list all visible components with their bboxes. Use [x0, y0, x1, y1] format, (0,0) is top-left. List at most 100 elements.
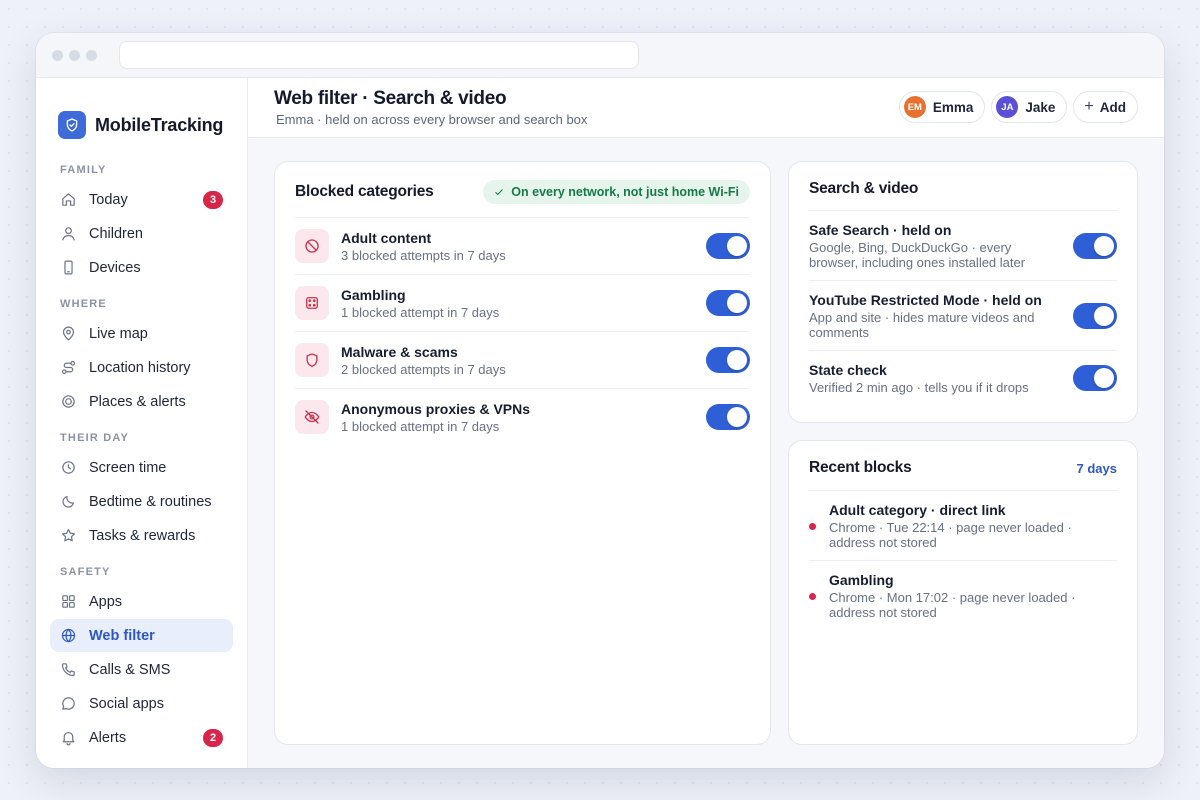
sidebar-item-devices[interactable]: Devices	[50, 251, 233, 284]
section-label-where: WHERE	[60, 298, 107, 310]
status-dot	[809, 523, 816, 530]
avatar: JA	[996, 96, 1019, 118]
address-bar[interactable]	[119, 41, 639, 69]
row-title: Adult content	[341, 229, 432, 246]
bell-icon	[62, 731, 75, 746]
today-count-badge: 3	[203, 191, 223, 209]
sidebar-item-label: Today	[89, 191, 128, 208]
child-chip-emma[interactable]: EM Emma	[898, 91, 986, 123]
recent-blocks-card: Recent blocks 7 days Adult category · di…	[788, 440, 1138, 745]
phone-icon	[64, 260, 73, 275]
brand-name: MobileTracking	[95, 114, 224, 135]
card-title: Recent blocks	[809, 459, 912, 476]
sidebar-item-location-history[interactable]: Location history	[50, 351, 233, 384]
add-label: Add	[1099, 99, 1126, 115]
sidebar-item-label: Location history	[89, 359, 191, 376]
grid-icon	[62, 595, 75, 608]
sidebar-item-apps[interactable]: Apps	[50, 585, 233, 618]
row-title: Gambling	[341, 286, 406, 303]
row-title: Anonymous proxies & VPNs	[341, 400, 531, 417]
sidebar-item-label: Web filter	[89, 627, 155, 644]
star-icon	[61, 528, 76, 542]
moon-icon	[62, 495, 75, 508]
sidebar-item-alerts[interactable]: Alerts 2	[50, 721, 233, 754]
state-check-toggle[interactable]	[1073, 365, 1117, 391]
row-title: State check	[809, 362, 887, 378]
chat-icon	[62, 697, 75, 710]
blocked-categories-card: Blocked categories On every network, not…	[274, 161, 771, 745]
category-row-proxies: Anonymous proxies & VPNs 1 blocked attem…	[295, 388, 750, 445]
sidebar-item-label: Screen time	[89, 459, 167, 476]
recent-block-row[interactable]: Gambling Chrome · Mon 17:02 · page never…	[809, 560, 1117, 630]
sidebar-item-tasks-rewards[interactable]: Tasks & rewards	[50, 519, 233, 552]
youtube-restricted-toggle[interactable]	[1073, 303, 1117, 329]
eye-off-icon	[295, 400, 329, 434]
sidebar-item-social-apps[interactable]: Social apps	[50, 687, 233, 720]
sidebar-item-label: Apps	[89, 593, 123, 610]
row-title: Gambling	[829, 572, 894, 588]
sidebar-item-screen-time[interactable]: Screen time	[50, 451, 233, 484]
card-title: Blocked categories	[295, 183, 434, 200]
sidebar-item-label: Places & alerts	[89, 393, 186, 410]
category-row-malware: Malware & scams 2 blocked attempts in 7 …	[295, 331, 750, 388]
status-dot	[809, 593, 816, 600]
sidebar-item-label: Calls & SMS	[89, 661, 171, 678]
section-label-safety: SAFETY	[60, 566, 111, 578]
setting-row-safe-search: Safe Search · held on Google, Bing, Duck…	[809, 210, 1117, 280]
sidebar-item-today[interactable]: Today 3	[50, 183, 233, 216]
shield-icon	[295, 343, 329, 377]
phone-call-icon	[61, 663, 75, 677]
section-label-their-day: THEIR DAY	[60, 432, 130, 444]
setting-row-state-check: State check Verified 2 min ago · tells y…	[809, 350, 1117, 410]
row-subtitle: Chrome · Tue 22:14 · page never loaded ·…	[829, 520, 1072, 550]
proxies-vpns-toggle[interactable]	[706, 404, 750, 430]
window-close-dot[interactable]	[52, 49, 63, 61]
map-pin-icon	[62, 326, 75, 341]
row-title: Adult category · direct link	[829, 502, 1006, 518]
clock-icon	[62, 461, 75, 474]
brand[interactable]: MobileTracking	[36, 78, 247, 150]
sidebar-item-bedtime[interactable]: Bedtime & routines	[50, 485, 233, 518]
card-title: Search & video	[809, 180, 919, 197]
avatar: EM	[903, 96, 926, 118]
title-bar	[36, 33, 1164, 78]
sidebar-item-children[interactable]: Children	[50, 217, 233, 250]
adult-content-toggle[interactable]	[706, 233, 750, 259]
user-icon	[62, 227, 75, 241]
network-status-pill: On every network, not just home Wi-Fi	[483, 180, 750, 204]
sidebar-item-live-map[interactable]: Live map	[50, 317, 233, 350]
malware-scams-toggle[interactable]	[706, 347, 750, 373]
home-icon	[62, 193, 75, 206]
sidebar-item-label: Alerts	[89, 729, 127, 746]
sidebar-item-web-filter[interactable]: Web filter	[50, 619, 233, 652]
globe-icon	[61, 628, 76, 643]
recent-block-row[interactable]: Adult category · direct link Chrome · Tu…	[809, 490, 1117, 560]
route-icon	[61, 360, 76, 375]
block-icon	[295, 229, 329, 263]
safe-search-toggle[interactable]	[1073, 233, 1117, 259]
plus-icon: +	[1084, 98, 1094, 115]
child-chip-jake[interactable]: JA Jake	[991, 91, 1068, 123]
sidebar: MobileTracking FAMILY Today 3 Children D…	[36, 78, 248, 768]
row-subtitle: 2 blocked attempts in 7 days	[341, 361, 506, 377]
child-switcher: EM Emma JA Jake + Add	[898, 91, 1138, 123]
sidebar-item-calls-sms[interactable]: Calls & SMS	[50, 653, 233, 686]
category-row-gambling: Gambling 1 blocked attempt in 7 days	[295, 274, 750, 331]
range-link[interactable]: 7 days	[1077, 461, 1117, 476]
row-subtitle: 3 blocked attempts in 7 days	[341, 247, 506, 263]
target-icon	[62, 395, 75, 408]
add-child-button[interactable]: + Add	[1073, 91, 1138, 123]
sidebar-item-label: Social apps	[89, 695, 164, 712]
child-name: Jake	[1025, 99, 1056, 115]
sidebar-item-label: Devices	[89, 259, 141, 276]
dice-icon	[295, 286, 329, 320]
row-subtitle: 1 blocked attempt in 7 days	[341, 418, 500, 434]
section-label-family: FAMILY	[60, 164, 107, 176]
gambling-toggle[interactable]	[706, 290, 750, 316]
sidebar-item-places-alerts[interactable]: Places & alerts	[50, 385, 233, 418]
setting-row-youtube: YouTube Restricted Mode · held on App an…	[809, 280, 1117, 350]
sidebar-item-label: Children	[89, 225, 143, 242]
page-header: Web filter · Search & video Emma · held …	[248, 78, 1164, 138]
window-maximize-dot[interactable]	[86, 49, 97, 61]
window-minimize-dot[interactable]	[69, 49, 80, 61]
